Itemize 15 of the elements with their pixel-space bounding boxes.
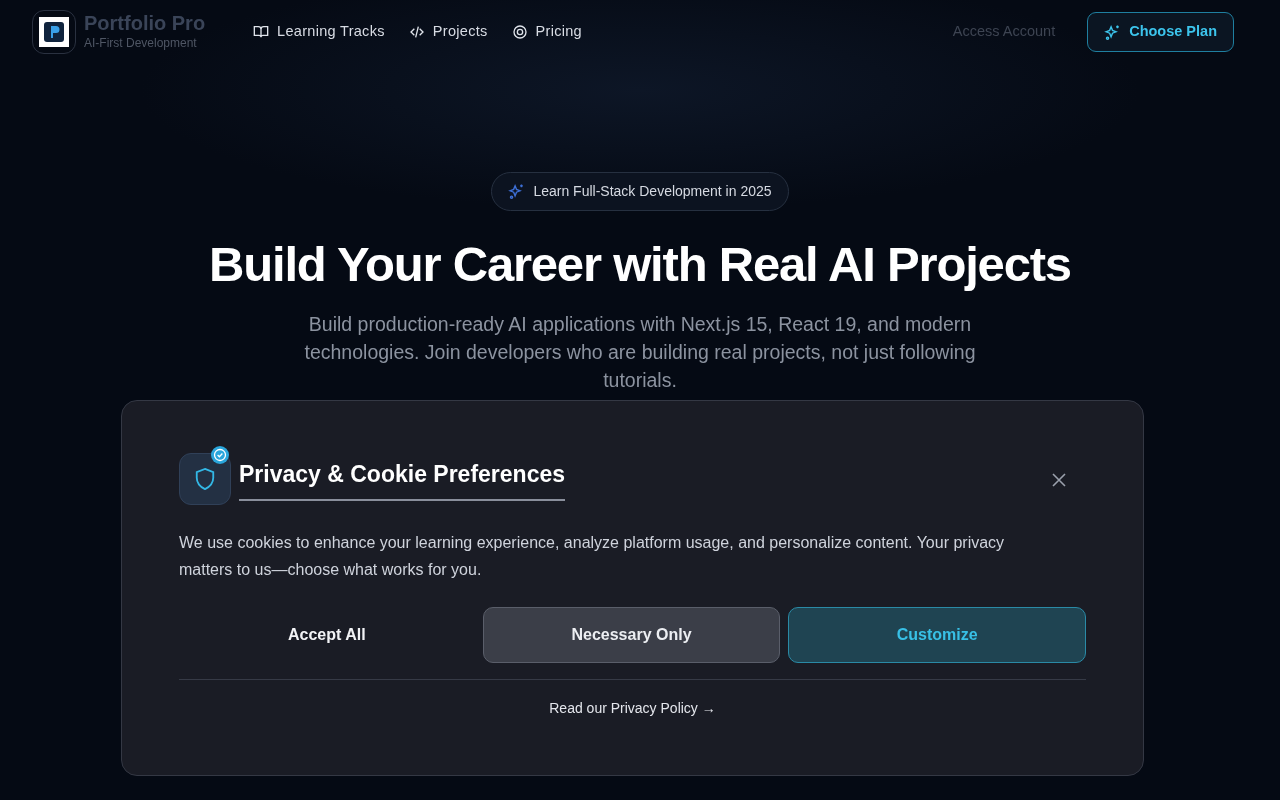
choose-plan-button[interactable]: Choose Plan [1087,12,1234,52]
nav-link[interactable]: Pricing [511,21,582,43]
dialog-title: Privacy & Cookie Preferences [239,456,565,502]
nav-link[interactable]: Projects [408,21,488,43]
hero-title: Build Your Career with Real AI Projects [209,236,1071,293]
nav-link[interactable]: Learning Tracks [253,21,385,43]
hero-badge: Learn Full-Stack Development in 2025 [491,172,789,211]
dialog-message: We use cookies to enhance your learning experience, analyze platform usage, and personalize content. Your privacy matters to us—choose what works for you. [179,533,1006,580]
brand-name: Portfolio Pro [84,12,206,34]
necessary-only-button[interactable]: Necessary Only [482,607,781,663]
hero-subtitle: Build production-ready AI applications with Next.js 15, React 19, and modern technologies. Join developers who are building real projects, not just following tutorials. [303,311,977,393]
brand-tagline: AI-First Development [84,35,198,52]
privacy-policy-link[interactable]: Read our Privacy Policy → [549,700,716,716]
accept-all-button[interactable]: Accept All [179,607,475,663]
customize-button[interactable]: Customize [788,607,1086,663]
